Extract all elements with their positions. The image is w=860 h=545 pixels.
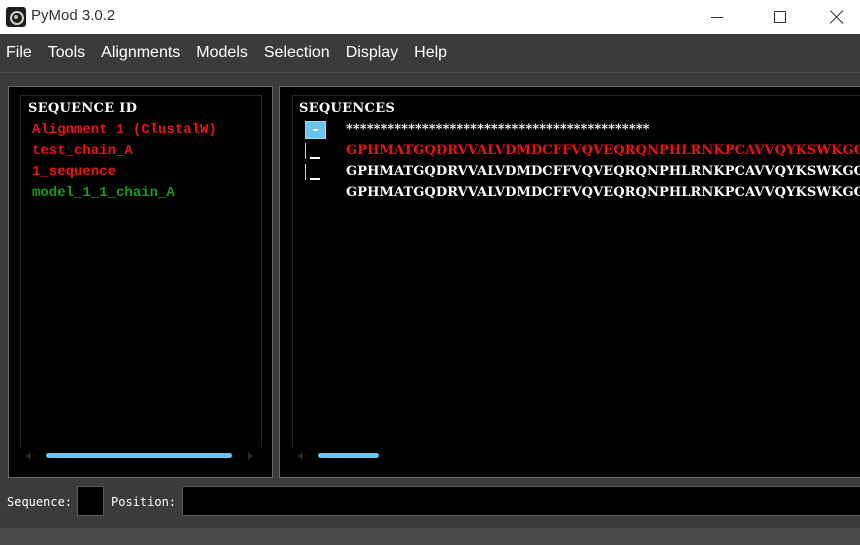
menu-models[interactable]: Models bbox=[196, 44, 248, 62]
menu-display[interactable]: Display bbox=[346, 44, 398, 62]
sequence-id-model[interactable]: model_1_1_chain_A bbox=[32, 185, 175, 201]
sequence-field[interactable] bbox=[77, 486, 104, 516]
sequence-id-test-chain[interactable]: test_chain_A bbox=[32, 143, 133, 159]
menu-alignments[interactable]: Alignments bbox=[101, 44, 180, 62]
collapse-child-icon[interactable] bbox=[310, 157, 320, 159]
scroll-left-icon[interactable] bbox=[26, 452, 31, 460]
scroll-thumb[interactable] bbox=[46, 453, 232, 458]
menu-bar: File Tools Alignments Models Selection D… bbox=[0, 34, 860, 72]
menu-file[interactable]: File bbox=[6, 44, 32, 62]
menu-tools[interactable]: Tools bbox=[48, 44, 85, 62]
menu-divider bbox=[0, 72, 860, 73]
minimize-icon bbox=[711, 16, 723, 18]
tree-connector bbox=[305, 164, 306, 180]
position-field[interactable] bbox=[182, 486, 860, 516]
sequence-id-1-sequence[interactable]: 1_sequence bbox=[32, 164, 116, 180]
close-button[interactable] bbox=[814, 0, 860, 34]
sequence-row-1-sequence[interactable]: GPHMATGQDRVVALVDMDCFFVQVEQRQNPHLRNKPCAVV… bbox=[346, 185, 860, 200]
sequence-row-alignment[interactable]: GPHMATGQDRVVALVDMDCFFVQVEQRQNPHLRNKPCAVV… bbox=[346, 143, 860, 158]
window-title: PyMod 3.0.2 bbox=[31, 7, 116, 24]
tree-connector bbox=[305, 143, 306, 159]
sequences-panel: SEQUENCES - ****************************… bbox=[279, 86, 860, 478]
menu-help[interactable]: Help bbox=[414, 44, 447, 62]
sequence-id-panel: SEQUENCE ID Alignment 1 (ClustalW) test_… bbox=[8, 86, 273, 478]
sequence-row-test-chain[interactable]: GPHMATGQDRVVALVDMDCFFVQVEQRQNPHLRNKPCAVV… bbox=[346, 164, 860, 179]
collapse-alignment-button[interactable]: - bbox=[305, 121, 326, 139]
maximize-button[interactable] bbox=[757, 0, 803, 34]
app-icon bbox=[6, 7, 26, 27]
sequence-id-header: SEQUENCE ID bbox=[28, 101, 138, 116]
scroll-right-icon[interactable] bbox=[248, 452, 253, 460]
sequence-id-scrollbar[interactable] bbox=[20, 447, 262, 465]
position-label: Position: bbox=[111, 495, 177, 509]
sequences-header: SEQUENCES bbox=[299, 101, 396, 116]
close-icon bbox=[830, 10, 844, 24]
maximize-icon bbox=[774, 11, 786, 23]
sequence-id-alignment[interactable]: Alignment 1 (ClustalW) bbox=[32, 122, 217, 138]
bottom-strip bbox=[0, 528, 860, 545]
menu-selection[interactable]: Selection bbox=[264, 44, 330, 62]
minimize-button[interactable] bbox=[694, 0, 740, 34]
scroll-thumb[interactable] bbox=[318, 453, 379, 458]
collapse-child-icon[interactable] bbox=[310, 178, 320, 180]
sequences-scrollbar[interactable] bbox=[292, 447, 860, 465]
scroll-left-icon[interactable] bbox=[298, 452, 303, 460]
sequence-label: Sequence: bbox=[7, 495, 73, 509]
conservation-row: ****************************************… bbox=[346, 122, 650, 137]
